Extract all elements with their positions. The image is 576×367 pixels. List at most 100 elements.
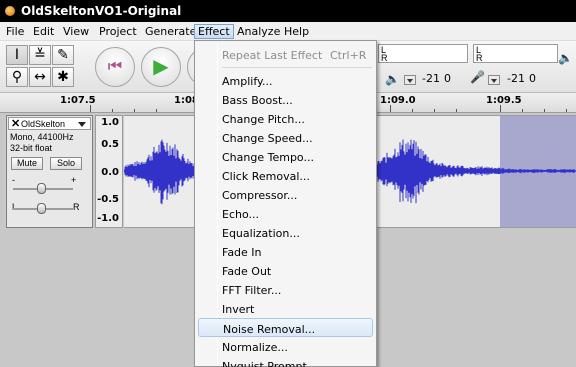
effect-menu-item-repeat-last-effect: Repeat Last Effect Ctrl+R (198, 45, 373, 64)
amplitude-label: 0.0 (101, 167, 119, 178)
effect-menu-item-noise-removal[interactable]: Noise Removal... (198, 318, 373, 337)
effect-menu-item-change-tempo[interactable]: Change Tempo... (198, 147, 373, 166)
output-volume-dropdown[interactable] (404, 75, 416, 85)
effect-menu-item-fade-out[interactable]: Fade Out (198, 261, 373, 280)
effect-menu-item-compressor[interactable]: Compressor... (198, 185, 373, 204)
audacity-icon (5, 6, 15, 16)
input-zero-label: 0 (529, 72, 536, 85)
pan-slider[interactable] (13, 203, 73, 214)
menu-item-label: Change Tempo... (222, 151, 314, 164)
ibeam-icon: I (14, 47, 20, 63)
pan-right-label: R (73, 202, 80, 212)
menu-item-label: Noise Removal... (223, 323, 316, 336)
effect-menu-item-normalize[interactable]: Normalize... (198, 337, 373, 356)
window-title: OldSkeltonVO1-Original (21, 4, 182, 18)
effect-menu: Repeat Last Effect Ctrl+R Amplify... Bass B… (194, 40, 377, 367)
effect-menu-item-equalization[interactable]: Equalization... (198, 223, 373, 242)
menu-file[interactable]: File (3, 24, 27, 39)
envelope-icon: ≚ (34, 47, 46, 63)
menu-help[interactable]: Help (281, 24, 312, 39)
gain-plus-label: + (71, 175, 77, 185)
speaker-icon: 🔈 (558, 51, 573, 65)
solo-button[interactable]: Solo (50, 157, 82, 170)
menu-project[interactable]: Project (96, 24, 140, 39)
menu-item-label: Fade In (222, 246, 262, 259)
gain-slider[interactable] (13, 183, 73, 194)
chevron-down-icon (78, 122, 86, 127)
close-icon[interactable]: ✕ (11, 117, 20, 130)
meter-right-label: R (381, 53, 388, 63)
magnifier-icon: ⚲ (11, 69, 23, 85)
menu-item-label: Invert (222, 303, 255, 316)
menu-item-label: Compressor... (222, 189, 298, 202)
menu-effect[interactable]: Effect (194, 24, 234, 39)
menu-item-shortcut: Ctrl+R (330, 49, 367, 62)
menu-analyze[interactable]: Analyze (234, 24, 283, 39)
effect-menu-item-echo[interactable]: Echo... (198, 204, 373, 223)
multi-tool-icon: ✱ (57, 69, 69, 85)
mute-button[interactable]: Mute (11, 157, 43, 170)
amplitude-label: -1.0 (97, 213, 119, 224)
play-icon: ▶ (153, 56, 169, 78)
amplitude-label: 1.0 (101, 117, 119, 128)
menu-edit[interactable]: Edit (30, 24, 57, 39)
effect-menu-item-change-speed[interactable]: Change Speed... (198, 128, 373, 147)
effect-menu-item-fade-in[interactable]: Fade In (198, 242, 373, 261)
speaker-icon: 🔈 (385, 72, 400, 86)
effect-menu-item-nyquist-prompt[interactable]: Nyquist Prompt... (198, 356, 373, 367)
track-format: Mono, 44100Hz (10, 132, 74, 142)
amplitude-label: -0.5 (97, 194, 119, 205)
input-volume-dropdown[interactable] (488, 75, 500, 85)
gain-minus-label: - (12, 175, 15, 185)
input-db-label: -21 (507, 72, 525, 85)
effect-menu-item-amplify[interactable]: Amplify... (198, 71, 373, 90)
microphone-icon: 🎤 (470, 70, 485, 84)
menu-bar: File Edit View Project Generate Effect A… (0, 22, 576, 41)
pan-left-label: L (12, 202, 18, 212)
output-zero-label: 0 (444, 72, 451, 85)
menu-item-label: Bass Boost... (222, 94, 293, 107)
selection-tool[interactable]: I (6, 45, 28, 65)
effect-menu-item-bass-boost[interactable]: Bass Boost... (198, 90, 373, 109)
effect-menu-item-fft-filter[interactable]: FFT Filter... (198, 280, 373, 299)
menu-item-label: Echo... (222, 208, 259, 221)
menu-item-label: FFT Filter... (222, 284, 282, 297)
playback-meter[interactable]: L R (378, 44, 468, 63)
amplitude-label: 0.5 (101, 139, 119, 150)
menu-view[interactable]: View (60, 24, 92, 39)
pencil-icon: ✎ (57, 47, 69, 63)
output-db-label: -21 (422, 72, 440, 85)
menu-item-label: Fade Out (222, 265, 272, 278)
envelope-tool[interactable]: ≚ (29, 45, 51, 65)
menu-item-label: Nyquist Prompt... (222, 360, 318, 367)
menu-item-label: Repeat Last Effect (222, 49, 323, 62)
menu-separator (222, 67, 372, 68)
ruler-label: 1:09.5 (486, 95, 522, 106)
gain-slider-knob[interactable] (37, 183, 46, 194)
timeshift-icon: ↔ (34, 69, 46, 85)
title-bar: OldSkeltonVO1-Original (0, 0, 576, 22)
menu-item-label: Change Speed... (222, 132, 313, 145)
menu-generate[interactable]: Generate (142, 24, 199, 39)
timeshift-tool[interactable]: ↔ (29, 67, 51, 87)
meter-right-label: R (476, 53, 483, 63)
track-name: OldSkelton (21, 119, 66, 129)
zoom-tool[interactable]: ⚲ (6, 67, 28, 87)
ruler-label: 1:09.0 (380, 95, 416, 106)
play-button[interactable]: ▶ (141, 47, 181, 87)
draw-tool[interactable]: ✎ (52, 45, 74, 65)
menu-item-label: Click Removal... (222, 170, 310, 183)
record-meter[interactable]: L R (473, 44, 558, 63)
multi-tool[interactable]: ✱ (52, 67, 74, 87)
track-name-menu[interactable]: ✕ OldSkelton (8, 117, 91, 130)
effect-menu-item-click-removal[interactable]: Click Removal... (198, 166, 373, 185)
menu-item-label: Equalization... (222, 227, 300, 240)
effect-menu-item-change-pitch[interactable]: Change Pitch... (198, 109, 373, 128)
menu-item-label: Normalize... (222, 341, 288, 354)
effect-menu-item-invert[interactable]: Invert (198, 299, 373, 318)
pan-slider-knob[interactable] (37, 203, 46, 214)
skip-to-start-button[interactable]: ⏮ (95, 47, 135, 87)
track-control-panel: ✕ OldSkelton Mono, 44100Hz 32-bit float … (6, 115, 93, 228)
skip-start-icon: ⏮ (107, 58, 123, 75)
track-bitdepth: 32-bit float (10, 143, 53, 153)
